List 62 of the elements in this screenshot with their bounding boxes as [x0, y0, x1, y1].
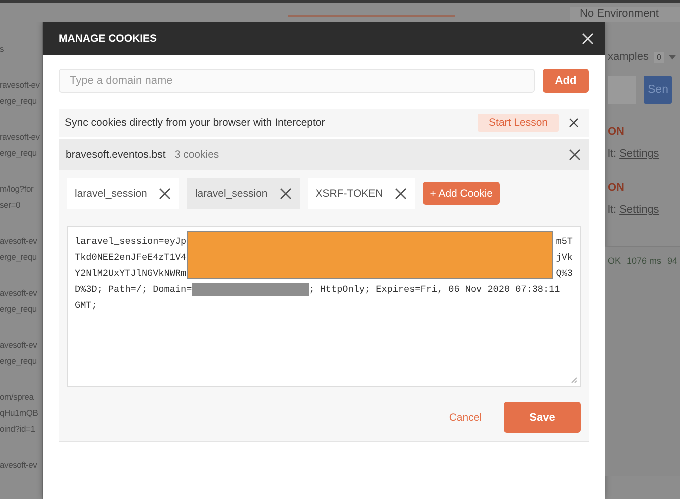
response-time: 1076 ms: [627, 256, 662, 268]
close-icon[interactable]: [159, 188, 172, 200]
cookie-count: 3 cookies: [174, 148, 220, 160]
cookie-tab[interactable]: laravel_session: [67, 178, 180, 209]
request-item-text: ser=0: [0, 200, 20, 210]
request-item-text: ravesoft-ev: [0, 132, 40, 142]
request-item-text: avesoft-ev: [0, 236, 38, 246]
request-item-text: oind?id=1: [0, 424, 36, 434]
resize-grip-icon[interactable]: [570, 376, 578, 384]
setting-label: lt:: [608, 204, 617, 216]
request-item-text: erge_requ: [0, 356, 37, 366]
examples-label[interactable]: xamples: [608, 51, 649, 63]
cookie-name[interactable]: XSRF-TOKEN: [316, 188, 384, 200]
request-item-text: avesoft-ev: [0, 340, 38, 350]
environment-select[interactable]: No Environment: [570, 7, 680, 22]
send-button[interactable]: Sen: [644, 76, 672, 104]
cookie-value-text: D%3D; Path=/; Domain=: [75, 284, 192, 294]
request-item-text: avesoft-ev: [0, 460, 38, 470]
request-item-text: erge_requ: [0, 304, 37, 314]
response-status: OK: [608, 256, 622, 268]
response-size: 94: [668, 256, 678, 268]
request-item-text: om/sprea: [0, 392, 34, 402]
add-button[interactable]: Add: [543, 69, 589, 93]
cookie-value-text: m5T: [556, 236, 573, 246]
cookie-value-text: Y2NlM2UxYTJlNGVkNWRm: [75, 268, 187, 278]
request-item-text: ravesoft-ev: [0, 80, 40, 90]
cookie-value-text: Q%3: [556, 268, 573, 278]
request-item-text: m/log?for: [0, 184, 34, 194]
domain-name: bravesoft.eventos.bst: [66, 148, 166, 160]
close-icon[interactable]: [569, 118, 579, 128]
cookie-value-text: GMT;: [75, 300, 98, 310]
section-heading: ON: [608, 126, 624, 138]
close-icon[interactable]: [395, 188, 408, 200]
add-cookie-button[interactable]: + Add Cookie: [423, 182, 500, 205]
cookie-tab[interactable]: XSRF-TOKEN: [308, 178, 416, 209]
request-item-text: erge_requ: [0, 252, 37, 262]
cookie-value-text: Tkd0NEE2enJFeE4zT1V4: [75, 252, 187, 262]
dialog-title: MANAGE COOKIES: [59, 32, 158, 44]
cancel-button[interactable]: Cancel: [443, 410, 488, 424]
request-item-text: erge_requ: [0, 96, 37, 106]
domain-input-field[interactable]: Type a domain name: [59, 69, 535, 93]
cookie-value-text: jVk: [556, 252, 573, 262]
close-icon[interactable]: [280, 188, 292, 200]
cookie-value-field[interactable]: laravel_session=eyJp m5T Tkd0NEE2enJFeE4zT1V4 jVk Y2NlM2UxYTJlNGVkNWRm Q%3 D%3D; Path=/; Domain= ; HttpOnly; Expires=Fri, 06 Nov 2020 07:38:11 GMT;: [67, 226, 581, 387]
cookie-name[interactable]: laravel_session: [195, 188, 268, 200]
section-heading: ON: [608, 182, 624, 194]
settings-link[interactable]: Settings: [620, 204, 660, 216]
settings-link[interactable]: Settings: [620, 148, 660, 160]
start-lesson-button[interactable]: Start Lesson: [478, 114, 559, 132]
cookie-value-text: laravel_session=eyJp: [75, 236, 187, 246]
request-item-text: avesoft-ev: [0, 288, 38, 298]
request-item-text: erge_requ: [0, 148, 37, 158]
setting-label: lt:: [608, 148, 617, 160]
examples-count: 0: [654, 52, 664, 62]
save-button[interactable]: Save: [504, 402, 581, 433]
close-icon[interactable]: [569, 148, 581, 160]
cookie-value-text: ; HttpOnly; Expires=Fri, 06 Nov 2020 07:38:11: [309, 284, 560, 294]
interceptor-message: Sync cookies directly from your browser with Interceptor: [65, 117, 326, 129]
request-item-text: qHu1mQB: [0, 408, 38, 418]
cookie-name[interactable]: laravel_session: [75, 188, 148, 200]
request-item-text: s: [0, 44, 4, 54]
cookie-tab[interactable]: laravel_session: [187, 178, 300, 209]
